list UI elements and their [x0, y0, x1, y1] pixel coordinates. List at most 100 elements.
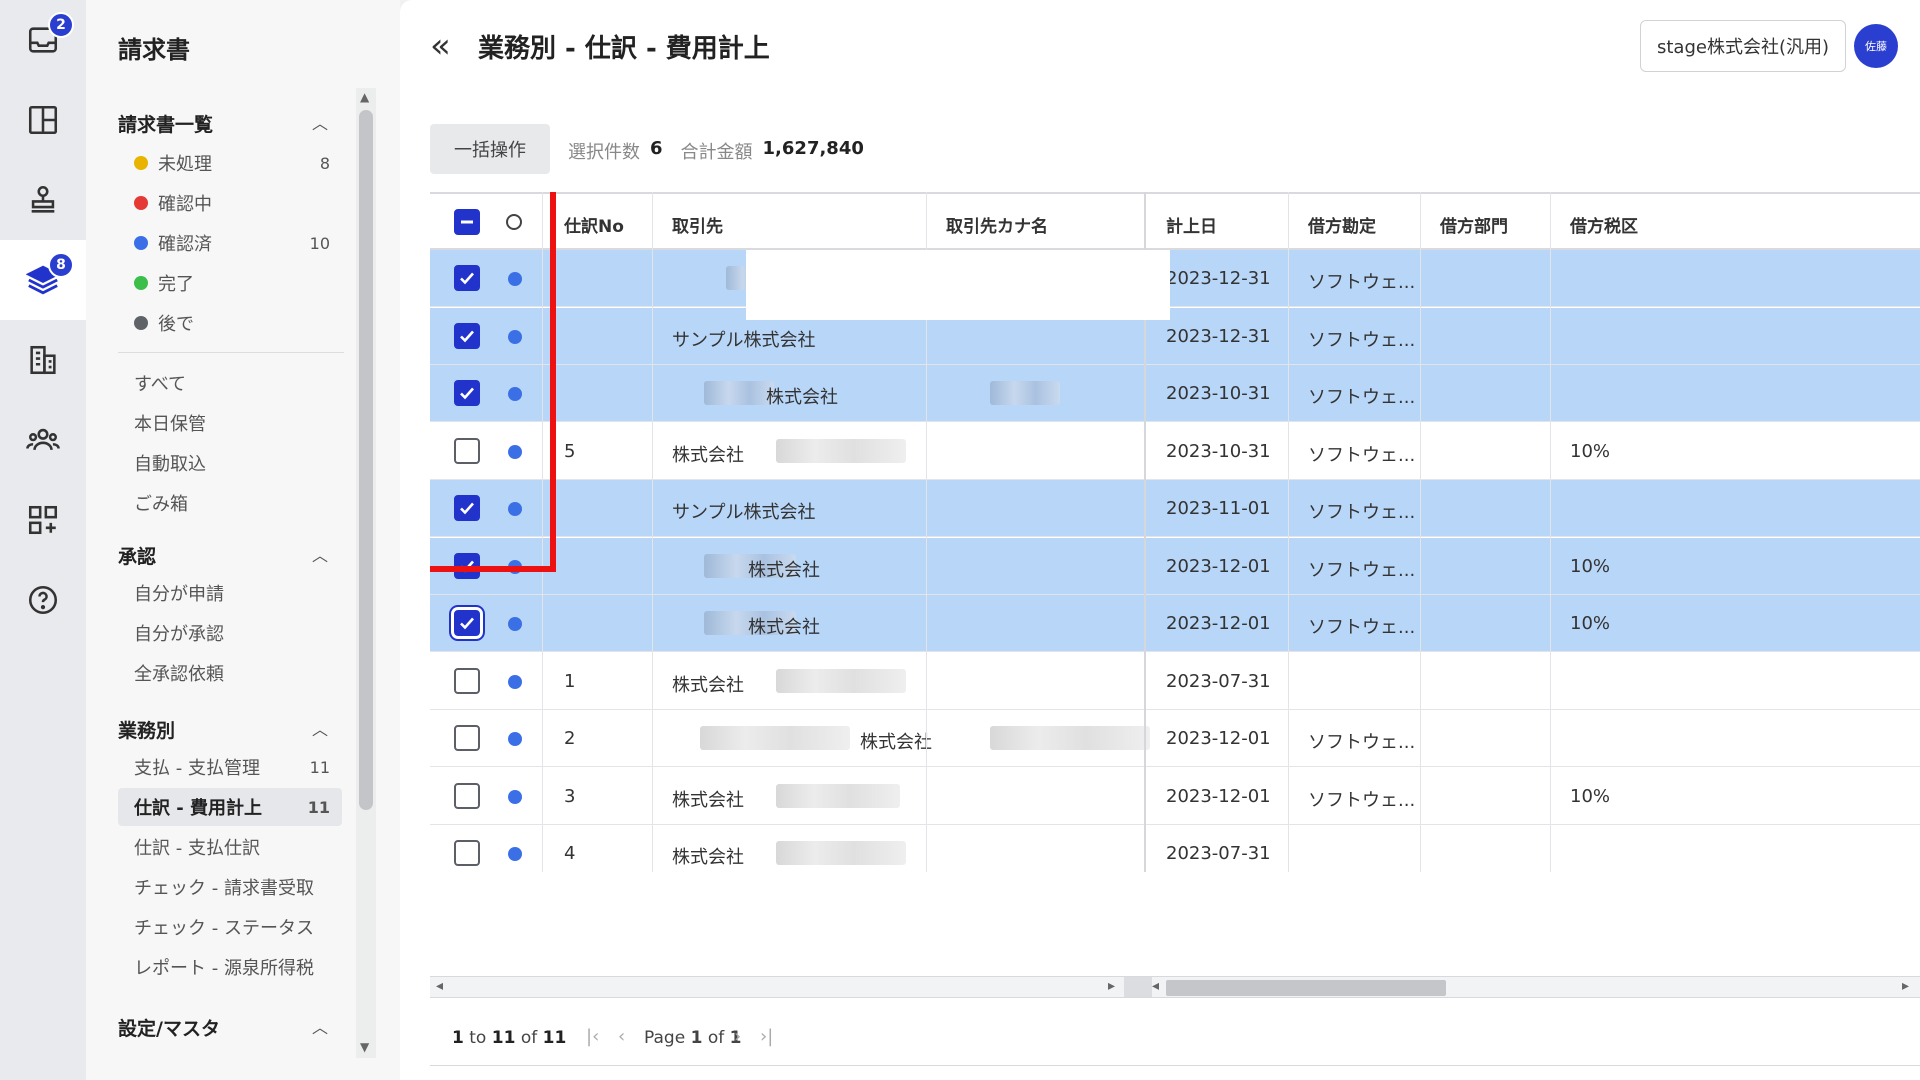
avatar[interactable]: 佐藤 — [1854, 24, 1898, 68]
column-header-vendor[interactable]: 取引先 — [672, 212, 723, 237]
first-page-icon[interactable]: |‹ — [586, 1026, 599, 1047]
section-business[interactable]: 業務別 — [118, 716, 175, 743]
row-checkbox[interactable] — [454, 667, 480, 694]
prev-page-icon[interactable]: ‹ — [618, 1026, 625, 1047]
sidebar-item-all[interactable]: すべて — [118, 364, 342, 402]
row-checkbox[interactable] — [454, 610, 480, 636]
table-row[interactable]: 2023-12-31 ソフトウェ... — [430, 250, 1920, 307]
posting-date-cell: 2023-12-01 — [1166, 785, 1271, 807]
sidebar-item-trash[interactable]: ごみ箱 — [118, 484, 342, 522]
horizontal-scrollbar-thumb[interactable] — [1166, 980, 1446, 996]
status-dot — [508, 732, 522, 746]
table-row[interactable]: 3 株式会社 2023-12-01 ソフトウェ... 10% — [430, 768, 1920, 825]
vendor-cell: サンプル株式会社 — [672, 329, 816, 351]
vendor-cell: 株式会社 — [860, 732, 932, 753]
rail-building[interactable] — [0, 320, 86, 400]
journal-no-cell: 5 — [564, 440, 576, 462]
vendor-cell: 株式会社 — [672, 444, 744, 466]
rail-apps[interactable] — [0, 480, 86, 560]
rail-help[interactable] — [0, 560, 86, 640]
table-row[interactable]: 5 株式会社 2023-10-31 ソフトウェ... 10% — [430, 423, 1920, 480]
scroll-up-icon[interactable]: ▲ — [360, 90, 369, 104]
column-divider — [1550, 192, 1551, 872]
table-row[interactable]: 2 株式会社 2023-12-01 ソフトウェ... — [430, 710, 1920, 767]
sidebar-item-unprocessed[interactable]: 未処理 8 — [118, 144, 342, 182]
debit-account-cell: ソフトウェ... — [1308, 732, 1416, 753]
column-header-journal-no[interactable]: 仕訳No — [564, 212, 624, 237]
sidebar-item-status-check[interactable]: チェック - ステータス — [118, 908, 342, 946]
sidebar-item-complete[interactable]: 完了 — [118, 264, 342, 302]
vendor-cell: サンプル株式会社 — [672, 502, 816, 523]
stamp-icon — [31, 185, 55, 213]
sidebar-item-confirmed[interactable]: 確認済 10 — [118, 224, 342, 262]
horizontal-scrollbar[interactable]: ◂ ▸ ◂ ▸ — [430, 976, 1920, 998]
scroll-down-icon[interactable]: ▼ — [360, 1040, 369, 1054]
scroll-right-icon[interactable]: ▸ — [1902, 978, 1909, 994]
journal-no-cell: 4 — [564, 843, 576, 864]
scroll-left-icon[interactable]: ◂ — [436, 978, 443, 994]
row-checkbox[interactable] — [454, 725, 480, 751]
table-row[interactable]: 株式会社 2023-10-31 ソフトウェ... — [430, 365, 1920, 422]
debit-account-cell: ソフトウェ... — [1308, 789, 1416, 811]
redacted-text — [776, 438, 906, 463]
sidebar-item-later[interactable]: 後で — [118, 304, 342, 342]
chevron-up-icon[interactable]: ︿ — [312, 110, 328, 134]
sidebar-item-reviewing[interactable]: 確認中 — [118, 184, 342, 222]
sidebar-item-invoice-receipt-check[interactable]: チェック - 請求書受取 — [118, 868, 342, 906]
row-checkbox[interactable] — [454, 840, 480, 866]
company-selector-button[interactable]: stage株式会社(汎用) — [1640, 20, 1847, 72]
column-header-posting-date[interactable]: 計上日 — [1166, 212, 1217, 237]
chevron-up-icon[interactable]: ︿ — [312, 1014, 328, 1038]
rail-layout[interactable] — [0, 80, 86, 160]
column-header-vendor-kana[interactable]: 取引先カナ名 — [946, 212, 1048, 237]
debit-tax-cell: 10% — [1570, 555, 1611, 577]
sidebar-scrollbar-thumb[interactable] — [359, 110, 373, 810]
table-row[interactable]: 1 株式会社 2023-07-31 — [430, 653, 1920, 710]
scroll-right-icon[interactable]: ▸ — [1108, 978, 1115, 994]
sidebar-item-withholding-report[interactable]: レポート - 源泉所得税 — [118, 948, 342, 986]
posting-date-cell: 2023-12-31 — [1166, 325, 1271, 347]
posting-date-cell: 2023-12-01 — [1166, 728, 1271, 749]
pagination-range: 1 to 11 of 11 — [452, 1028, 567, 1048]
sidebar-item-auto-import[interactable]: 自動取込 — [118, 444, 342, 482]
sidebar-item-expense-journal[interactable]: 仕訳 - 費用計上 11 — [118, 788, 342, 826]
table-row[interactable]: 株式会社 2023-12-01 ソフトウェ... 10% — [430, 537, 1920, 595]
sidebar-item-today[interactable]: 本日保管 — [118, 404, 342, 442]
bulk-action-button[interactable]: 一括操作 — [430, 124, 550, 174]
status-dot — [508, 674, 522, 689]
table-row[interactable]: 4 株式会社 2023-07-31 — [430, 825, 1920, 872]
table-row[interactable]: 株式会社 2023-12-01 ソフトウェ... 10% — [430, 595, 1920, 652]
rail-layers[interactable]: 8 — [0, 240, 86, 320]
chevron-up-icon[interactable]: ︿ — [312, 542, 328, 566]
rail-users[interactable] — [0, 400, 86, 480]
journal-no-cell: 1 — [564, 670, 576, 692]
sidebar-item-all-approvals[interactable]: 全承認依頼 — [118, 654, 342, 692]
divider — [118, 352, 344, 353]
chevron-up-icon[interactable]: ︿ — [312, 716, 328, 740]
redacted-text — [700, 726, 850, 750]
section-approval[interactable]: 承認 — [118, 542, 156, 569]
table-row[interactable]: サンプル株式会社 2023-12-31 ソフトウェ... — [430, 307, 1920, 365]
table-row[interactable]: サンプル株式会社 2023-11-01 ソフトウェ... — [430, 480, 1920, 537]
sidebar-item-payment-journal[interactable]: 仕訳 - 支払仕訳 — [118, 828, 342, 866]
section-invoice-list[interactable]: 請求書一覧 — [118, 110, 213, 137]
vendor-cell: 株式会社 — [766, 387, 838, 408]
status-dot — [134, 276, 148, 290]
column-header-debit-tax[interactable]: 借方税区 — [1570, 212, 1638, 237]
row-checkbox[interactable] — [454, 782, 480, 809]
layers-badge: 8 — [48, 252, 74, 278]
rail-inbox[interactable]: 2 — [0, 0, 86, 80]
rail-stamp[interactable] — [0, 160, 86, 240]
next-page-icon[interactable]: › — [734, 1026, 741, 1047]
last-page-icon[interactable]: ›| — [760, 1026, 773, 1047]
column-header-debit-department[interactable]: 借方部門 — [1440, 212, 1508, 237]
section-settings[interactable]: 設定/マスタ — [118, 1014, 220, 1041]
sidebar-item-my-approvals[interactable]: 自分が承認 — [118, 614, 342, 652]
redacted-text — [776, 668, 906, 693]
collapse-double-chevron-icon[interactable]: « — [430, 26, 451, 66]
sidebar-item-payment-management[interactable]: 支払 - 支払管理 11 — [118, 748, 342, 786]
debit-tax-cell: 10% — [1570, 440, 1611, 462]
scroll-left-icon[interactable]: ◂ — [1152, 978, 1159, 994]
column-header-debit-account[interactable]: 借方勘定 — [1308, 212, 1376, 237]
sidebar-item-my-requests[interactable]: 自分が申請 — [118, 574, 342, 612]
